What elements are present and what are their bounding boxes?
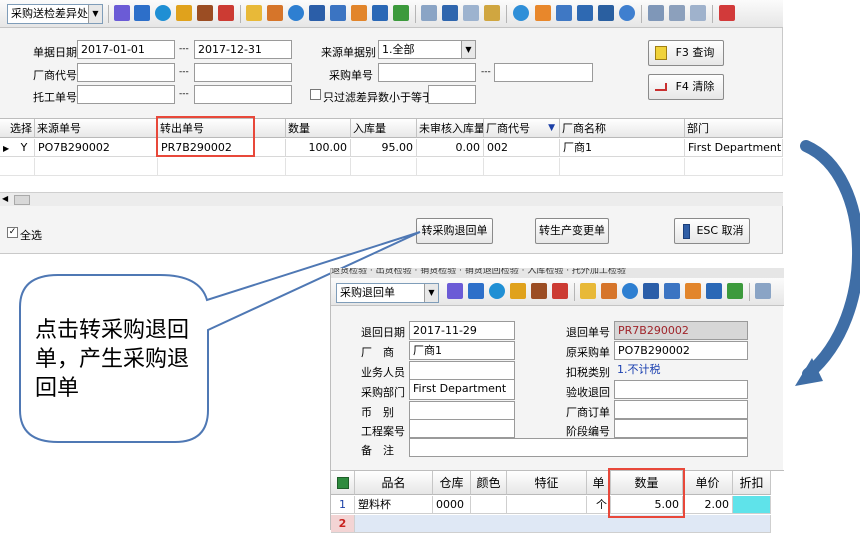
return-date-input[interactable]: 2017-11-29 <box>409 321 515 340</box>
flow-arrow <box>800 140 860 380</box>
people-icon[interactable] <box>685 283 701 299</box>
cell-feature[interactable] <box>507 496 587 514</box>
inspection-return-label: 验收退回 <box>566 386 610 399</box>
book-icon[interactable] <box>643 283 659 299</box>
stage-no-label: 阶段编号 <box>566 425 610 438</box>
dept-input[interactable]: First Department <box>409 379 515 400</box>
col-header-color[interactable]: 颜色 <box>471 471 507 495</box>
return-no-input[interactable]: PR7B290002 <box>614 321 748 340</box>
col-header-feature[interactable]: 特征 <box>507 471 587 495</box>
home-icon[interactable] <box>552 283 568 299</box>
folder-icon[interactable] <box>580 283 596 299</box>
row-number: 2 <box>331 515 355 533</box>
cart-icon[interactable] <box>706 283 722 299</box>
highlight-box <box>608 468 685 518</box>
vendor-order-input[interactable] <box>614 400 748 419</box>
salesperson-label: 业务人员 <box>361 366 405 379</box>
return-module-select[interactable]: 采购退回单 ▼ <box>336 283 439 303</box>
money-icon[interactable] <box>727 283 743 299</box>
puzzle-icon[interactable] <box>601 283 617 299</box>
briefcase-icon[interactable] <box>531 283 547 299</box>
new-row[interactable] <box>355 515 771 533</box>
tax-type-value[interactable]: 1.不计税 <box>614 361 748 380</box>
arrow-right-icon[interactable] <box>664 283 680 299</box>
vendor-order-label: 厂商订单 <box>566 406 610 419</box>
detail-grid: 品名 仓库 颜色 特征 单位 数量 单价 折扣 1 塑料杯 0000 个 5.0… <box>331 470 784 533</box>
row-number: 1 <box>331 496 355 514</box>
tax-type-label: 扣税类别 <box>566 366 610 379</box>
orig-purchase-label: 原采购单 <box>566 346 610 359</box>
purchase-return-window: 退货检验 · 出货检验 · 销货检验 · 销货退回检验 · 入库检验 · 托外加… <box>330 268 784 533</box>
return-no-label: 退回单号 <box>566 326 610 339</box>
cell-color[interactable] <box>471 496 507 514</box>
callout-text: 点击转采购退回单，产生采购退回单 <box>35 318 190 401</box>
monitor-icon[interactable] <box>468 283 484 299</box>
currency-input[interactable] <box>409 401 515 420</box>
cell-unit-price[interactable]: 2.00 <box>683 496 733 514</box>
excel-icon[interactable] <box>331 471 355 495</box>
globe-icon[interactable] <box>489 283 505 299</box>
return-toolbar: 采购退回单 ▼ <box>331 278 784 306</box>
col-header-warehouse[interactable]: 仓库 <box>433 471 471 495</box>
orig-purchase-input[interactable]: PO7B290002 <box>614 341 748 360</box>
col-header-item-name[interactable]: 品名 <box>355 471 433 495</box>
col-header-unit-price[interactable]: 单价 <box>683 471 733 495</box>
sort-icon[interactable] <box>447 283 463 299</box>
return-module-select-value: 采购退回单 <box>340 286 395 299</box>
project-no-input[interactable] <box>409 419 515 438</box>
chevron-down-icon[interactable]: ▼ <box>424 284 438 302</box>
return-date-label: 退回日期 <box>361 326 405 339</box>
dept-label: 采购部门 <box>361 386 405 399</box>
project-no-label: 工程案号 <box>361 425 405 438</box>
vendor-label: 厂 商 <box>361 346 394 359</box>
help-icon[interactable] <box>622 283 638 299</box>
cell-warehouse[interactable]: 0000 <box>433 496 471 514</box>
vendor-input[interactable]: 厂商1 <box>409 341 515 360</box>
cell-item-name[interactable]: 塑料杯 <box>355 496 433 514</box>
salesperson-input[interactable] <box>409 361 515 380</box>
remark-input[interactable] <box>409 438 748 457</box>
cell-discount[interactable] <box>733 496 771 514</box>
lock-icon[interactable] <box>510 283 526 299</box>
col-header-discount[interactable]: 折扣 <box>733 471 771 495</box>
inspection-return-input[interactable] <box>614 380 748 399</box>
stage-no-input[interactable] <box>614 419 748 438</box>
tab-strip[interactable]: 退货检验 · 出货检验 · 销货检验 · 销货退回检验 · 入库检验 · 托外加… <box>331 268 784 278</box>
currency-label: 币 别 <box>361 406 394 419</box>
document-icon[interactable] <box>755 283 771 299</box>
remark-label: 备 注 <box>361 444 394 457</box>
